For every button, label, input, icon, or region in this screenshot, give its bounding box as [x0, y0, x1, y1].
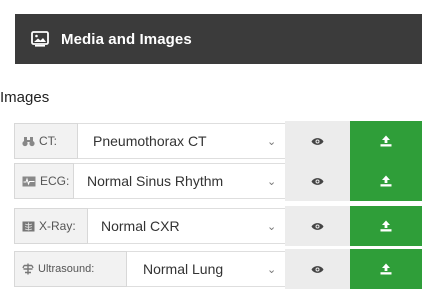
upload-icon [380, 263, 392, 275]
ct-type-text: CT: [39, 134, 57, 148]
ct-type-label: CT: [14, 123, 78, 159]
chevron-down-icon: ⌄ [267, 220, 277, 233]
ultrasound-image-select[interactable]: Normal Lung ⌄ [127, 251, 285, 287]
ecg-icon [22, 176, 36, 187]
ecg-image-select[interactable]: Normal Sinus Rhythm ⌄ [74, 163, 285, 199]
ultrasound-view-button[interactable] [285, 249, 350, 289]
eye-icon [311, 222, 324, 230]
chevron-down-icon: ⌄ [267, 135, 277, 148]
ultrasound-type-text: Ultrasound: [38, 263, 95, 275]
upload-icon [380, 175, 392, 187]
eye-icon [311, 177, 324, 185]
upload-icon [380, 135, 392, 147]
ultrasound-upload-button[interactable] [350, 249, 422, 289]
xray-type-label: X-Ray: [14, 208, 88, 244]
ct-image-select[interactable]: Pneumothorax CT ⌄ [78, 123, 285, 159]
image-row-ecg: ECG: Normal Sinus Rhythm ⌄ [14, 161, 422, 201]
xray-type-text: X-Ray: [39, 219, 76, 233]
ecg-view-button[interactable] [285, 161, 350, 201]
upload-icon [380, 220, 392, 232]
image-row-ultrasound: Ultrasound: Normal Lung ⌄ [14, 249, 422, 289]
ultrasound-type-label: Ultrasound: [14, 251, 127, 287]
ct-view-button[interactable] [285, 121, 350, 161]
xray-selected-value: Normal CXR [101, 218, 180, 234]
eye-icon [311, 137, 324, 145]
image-row-ct: CT: Pneumothorax CT ⌄ [14, 121, 422, 161]
xray-upload-button[interactable] [350, 206, 422, 246]
ultrasound-selected-value: Normal Lung [143, 261, 224, 277]
media-and-images-header: Media and Images [15, 14, 422, 64]
binoculars-icon [22, 136, 35, 147]
ecg-upload-button[interactable] [350, 161, 422, 201]
image-row-xray: X-Ray: Normal CXR ⌄ [14, 206, 422, 246]
ecg-type-label: ECG: [14, 163, 74, 199]
image-icon [31, 31, 49, 47]
eye-icon [311, 265, 324, 273]
chevron-down-icon: ⌄ [267, 263, 277, 276]
ecg-selected-value: Normal Sinus Rhythm [87, 173, 224, 189]
ecg-type-text: ECG: [40, 174, 70, 188]
ultrasound-icon [22, 263, 34, 275]
header-title: Media and Images [61, 30, 192, 48]
chevron-down-icon: ⌄ [267, 175, 277, 188]
xray-icon [22, 221, 35, 232]
images-section-label: Images [0, 89, 50, 106]
ct-selected-value: Pneumothorax CT [93, 133, 207, 149]
ct-upload-button[interactable] [350, 121, 422, 161]
row-divider [271, 201, 422, 205]
xray-view-button[interactable] [285, 206, 350, 246]
xray-image-select[interactable]: Normal CXR ⌄ [88, 208, 285, 244]
